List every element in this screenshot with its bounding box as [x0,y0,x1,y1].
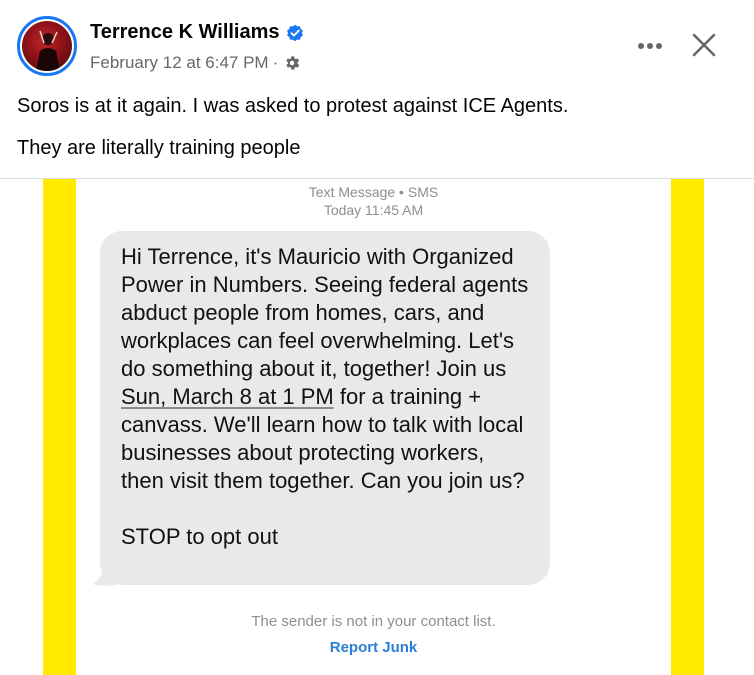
yellow-border-left [43,179,76,675]
message-stop-text: STOP to opt out [121,524,278,549]
attached-image[interactable]: Text Message • SMS Today 11:45 AM Hi Ter… [0,179,754,675]
more-options-button[interactable] [630,30,670,62]
sender-note: The sender is not in your contact list. [251,613,496,630]
author-name-text[interactable]: Terrence K Williams [90,21,280,44]
avatar-image [22,21,72,71]
verified-badge-icon [286,24,304,42]
message-bubble: Hi Terrence, it's Mauricio with Organize… [100,231,550,585]
post-text-line-2: They are literally training people [17,137,301,159]
post-header: Terrence K Williams February 12 at 6:47 … [0,0,754,88]
yellow-border-right [671,179,704,675]
meta-separator: · [272,53,279,72]
gear-icon[interactable] [283,54,301,72]
sms-header: Text Message • SMS Today 11:45 AM [76,183,671,219]
message-text-part-1: Hi Terrence, it's Mauricio with Organize… [121,244,529,381]
close-button[interactable] [684,27,724,67]
author-name[interactable]: Terrence K Williams [90,21,304,44]
avatar[interactable] [17,16,77,76]
post-timestamp[interactable]: February 12 at 6:47 PM [90,53,269,73]
more-horizontal-icon [637,37,663,55]
avatar-figure-icon [36,30,60,71]
post-text-line-1: Soros is at it again. I was asked to pro… [17,95,569,117]
message-date-link: Sun, March 8 at 1 PM [121,384,334,409]
report-junk-link: Report Junk [329,639,418,656]
sms-time-label: Today 11:45 AM [323,202,424,218]
post-text: Soros is at it again. I was asked to pro… [17,92,737,162]
close-icon [692,33,716,62]
message-body: Hi Terrence, it's Mauricio with Organize… [121,243,532,495]
sms-type-label: Text Message • SMS [308,184,439,200]
post-meta: February 12 at 6:47 PM · [90,53,301,73]
facebook-post: Terrence K Williams February 12 at 6:47 … [0,0,754,675]
